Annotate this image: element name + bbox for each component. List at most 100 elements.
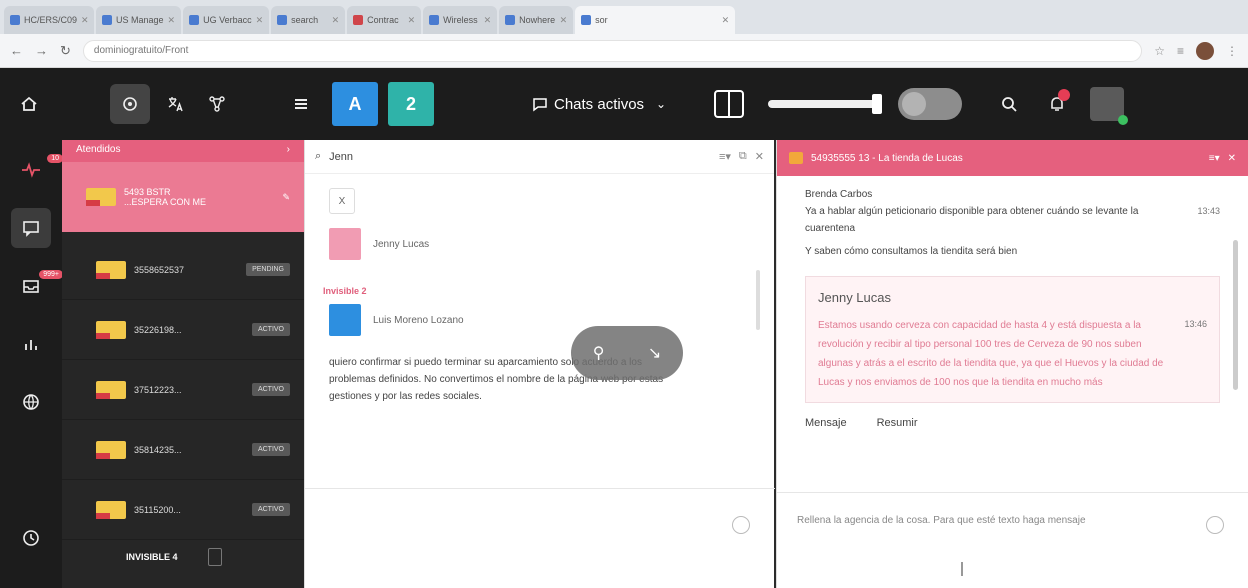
quote-text: Estamos usando cerveza con capacidad de …	[818, 320, 1164, 388]
reload-icon[interactable]: ↻	[60, 43, 71, 59]
clear-search-button[interactable]: X	[329, 188, 355, 214]
filter-icon[interactable]: ≡▾	[719, 150, 731, 163]
clock-icon[interactable]	[11, 518, 51, 558]
slider-thumb[interactable]	[872, 94, 883, 114]
browser-tab-label: Contrac	[367, 15, 399, 25]
browser-tab[interactable]: Wireless ✕	[423, 6, 498, 34]
extensions-icon[interactable]: ≡	[1177, 44, 1184, 58]
user-avatar[interactable]	[1090, 87, 1129, 125]
more-icon[interactable]: ⋮	[1226, 44, 1238, 58]
close-icon[interactable]: ✕	[168, 15, 176, 26]
floating-call-widget[interactable]: ⚲ ↘	[571, 326, 683, 380]
queue-item[interactable]: 35226198... ACTIVO	[62, 300, 304, 360]
chat-filter-label: Chats activos	[554, 95, 645, 113]
contact-avatar	[329, 304, 361, 336]
chart-icon[interactable]	[11, 324, 51, 364]
workspace-a-button[interactable]: A	[332, 82, 378, 126]
queue-item-name: 35226198...	[134, 324, 182, 335]
minimize-icon[interactable]: ↘	[648, 343, 661, 363]
back-icon[interactable]: ←	[10, 43, 23, 58]
conversation-header: 54935555 13 - La tienda de Lucas ≡▾ ✕	[777, 140, 1248, 176]
emoji-icon[interactable]	[732, 516, 750, 534]
workspace-2-button[interactable]: 2	[388, 82, 434, 126]
close-icon[interactable]: ✕	[408, 15, 416, 26]
address-bar[interactable]: dominiogratuito/Front	[82, 39, 1143, 62]
browser-tab[interactable]: Contrac ✕	[347, 6, 422, 34]
emoji-icon[interactable]	[1206, 516, 1224, 534]
queue-item[interactable]: 3558652537 PENDING	[62, 240, 304, 300]
close-icon[interactable]: ✕	[256, 15, 264, 26]
search-input[interactable]: Jenn	[329, 151, 353, 163]
queue-item-name: 37512223...	[134, 384, 182, 395]
browser-tab[interactable]: HC/ERS/C09 ✕	[4, 6, 94, 34]
scrollbar[interactable]	[1233, 240, 1238, 390]
translate-icon[interactable]	[158, 87, 192, 121]
status-badge: PENDING	[246, 263, 290, 276]
forward-icon[interactable]: →	[35, 43, 48, 58]
collapse-icon[interactable]	[207, 548, 222, 566]
search-icon: ⌕	[315, 150, 322, 162]
message-compose-input[interactable]: Rellena la agencia de la cosa. Para que …	[797, 512, 1177, 529]
chat-filter-dropdown[interactable]: Chats activos ⌄	[532, 96, 666, 113]
inbox-icon[interactable]: 999+	[11, 266, 63, 306]
text-cursor	[961, 562, 963, 576]
queue-header-label: Atendidos	[76, 144, 121, 155]
invisible-group-toggle[interactable]: INVISIBLE 4	[126, 552, 178, 562]
globe-icon[interactable]	[11, 382, 51, 422]
message-action-button[interactable]: Mensaje	[805, 417, 847, 429]
split-view-icon[interactable]	[714, 90, 745, 118]
status-badge: ACTIVO	[251, 443, 290, 456]
pin-icon[interactable]: ✎	[282, 192, 290, 203]
message-text: Ya a hablar algún peticionario disponibl…	[805, 206, 1139, 234]
queue-item[interactable]: 35814235... ACTIVO	[62, 420, 304, 480]
queue-item-name: 3558652537	[134, 264, 185, 275]
close-icon[interactable]: ✕	[560, 15, 568, 26]
browser-tab[interactable]: Nowhere ✕	[499, 6, 574, 34]
browser-tab[interactable]: US Manage ✕	[96, 6, 182, 34]
star-icon[interactable]: ☆	[1154, 44, 1165, 58]
zoom-slider[interactable]	[768, 94, 883, 114]
network-icon[interactable]	[200, 87, 234, 121]
browser-tab-active[interactable]: sor ✕	[575, 6, 736, 34]
queue-item[interactable]: 37512223... ACTIVO	[62, 360, 304, 420]
profile-avatar[interactable]	[1196, 41, 1214, 60]
close-icon[interactable]: ✕	[81, 15, 89, 26]
chat-icon[interactable]	[11, 208, 51, 248]
status-toggle[interactable]	[898, 88, 963, 120]
page-icon	[505, 15, 516, 25]
page-icon	[277, 15, 288, 25]
queue-item-active[interactable]: 5493 BSTR ...ESPERA CON ME ✎	[62, 162, 304, 232]
close-icon[interactable]: ✕	[1228, 153, 1236, 164]
scrollbar[interactable]	[756, 270, 760, 330]
close-icon[interactable]: ✕	[755, 150, 764, 163]
chevron-right-icon[interactable]: ›	[287, 144, 290, 158]
channel-icon	[789, 152, 803, 164]
contact-row[interactable]: Jenny Lucas	[305, 228, 774, 260]
conversation-panel: 54935555 13 - La tienda de Lucas ≡▾ ✕ Br…	[776, 140, 1248, 588]
status-badge: ACTIVO	[251, 383, 290, 396]
browser-toolbar: ← → ↻ dominiogratuito/Front ☆ ≡ ⋮	[0, 34, 1248, 68]
search-icon[interactable]	[992, 87, 1026, 121]
contact-name: Luis Moreno Lozano	[373, 314, 464, 326]
hamburger-menu-icon[interactable]	[284, 87, 318, 121]
contact-avatar	[329, 228, 361, 260]
location-icon[interactable]: ⚲	[593, 343, 605, 363]
channel-thumbnail	[96, 500, 126, 519]
browser-tab[interactable]: UG Verbacc ✕	[183, 6, 270, 34]
contact-row[interactable]: Luis Moreno Lozano	[305, 304, 774, 336]
close-icon[interactable]: ✕	[332, 15, 340, 26]
summarize-action-button[interactable]: Resumir	[877, 417, 918, 429]
queue-item[interactable]: 35115200... ACTIVO	[62, 480, 304, 540]
notification-bell-icon[interactable]	[1040, 87, 1074, 121]
close-icon[interactable]: ✕	[484, 15, 492, 26]
contacts-panel: ⌕ Jenn ≡▾ ⧉ ✕ X Jenny Lucas Invisible 2 …	[304, 140, 775, 588]
page-icon	[581, 15, 592, 25]
copy-icon[interactable]: ⧉	[739, 150, 747, 163]
close-icon[interactable]: ✕	[722, 15, 730, 26]
browser-tab[interactable]: search ✕	[271, 6, 346, 34]
status-badge: ACTIVO	[251, 323, 290, 336]
grid-icon[interactable]	[110, 84, 150, 124]
home-icon[interactable]	[12, 87, 46, 121]
filter-icon[interactable]: ≡▾	[1209, 153, 1220, 164]
pulse-icon[interactable]: 10	[11, 150, 63, 190]
